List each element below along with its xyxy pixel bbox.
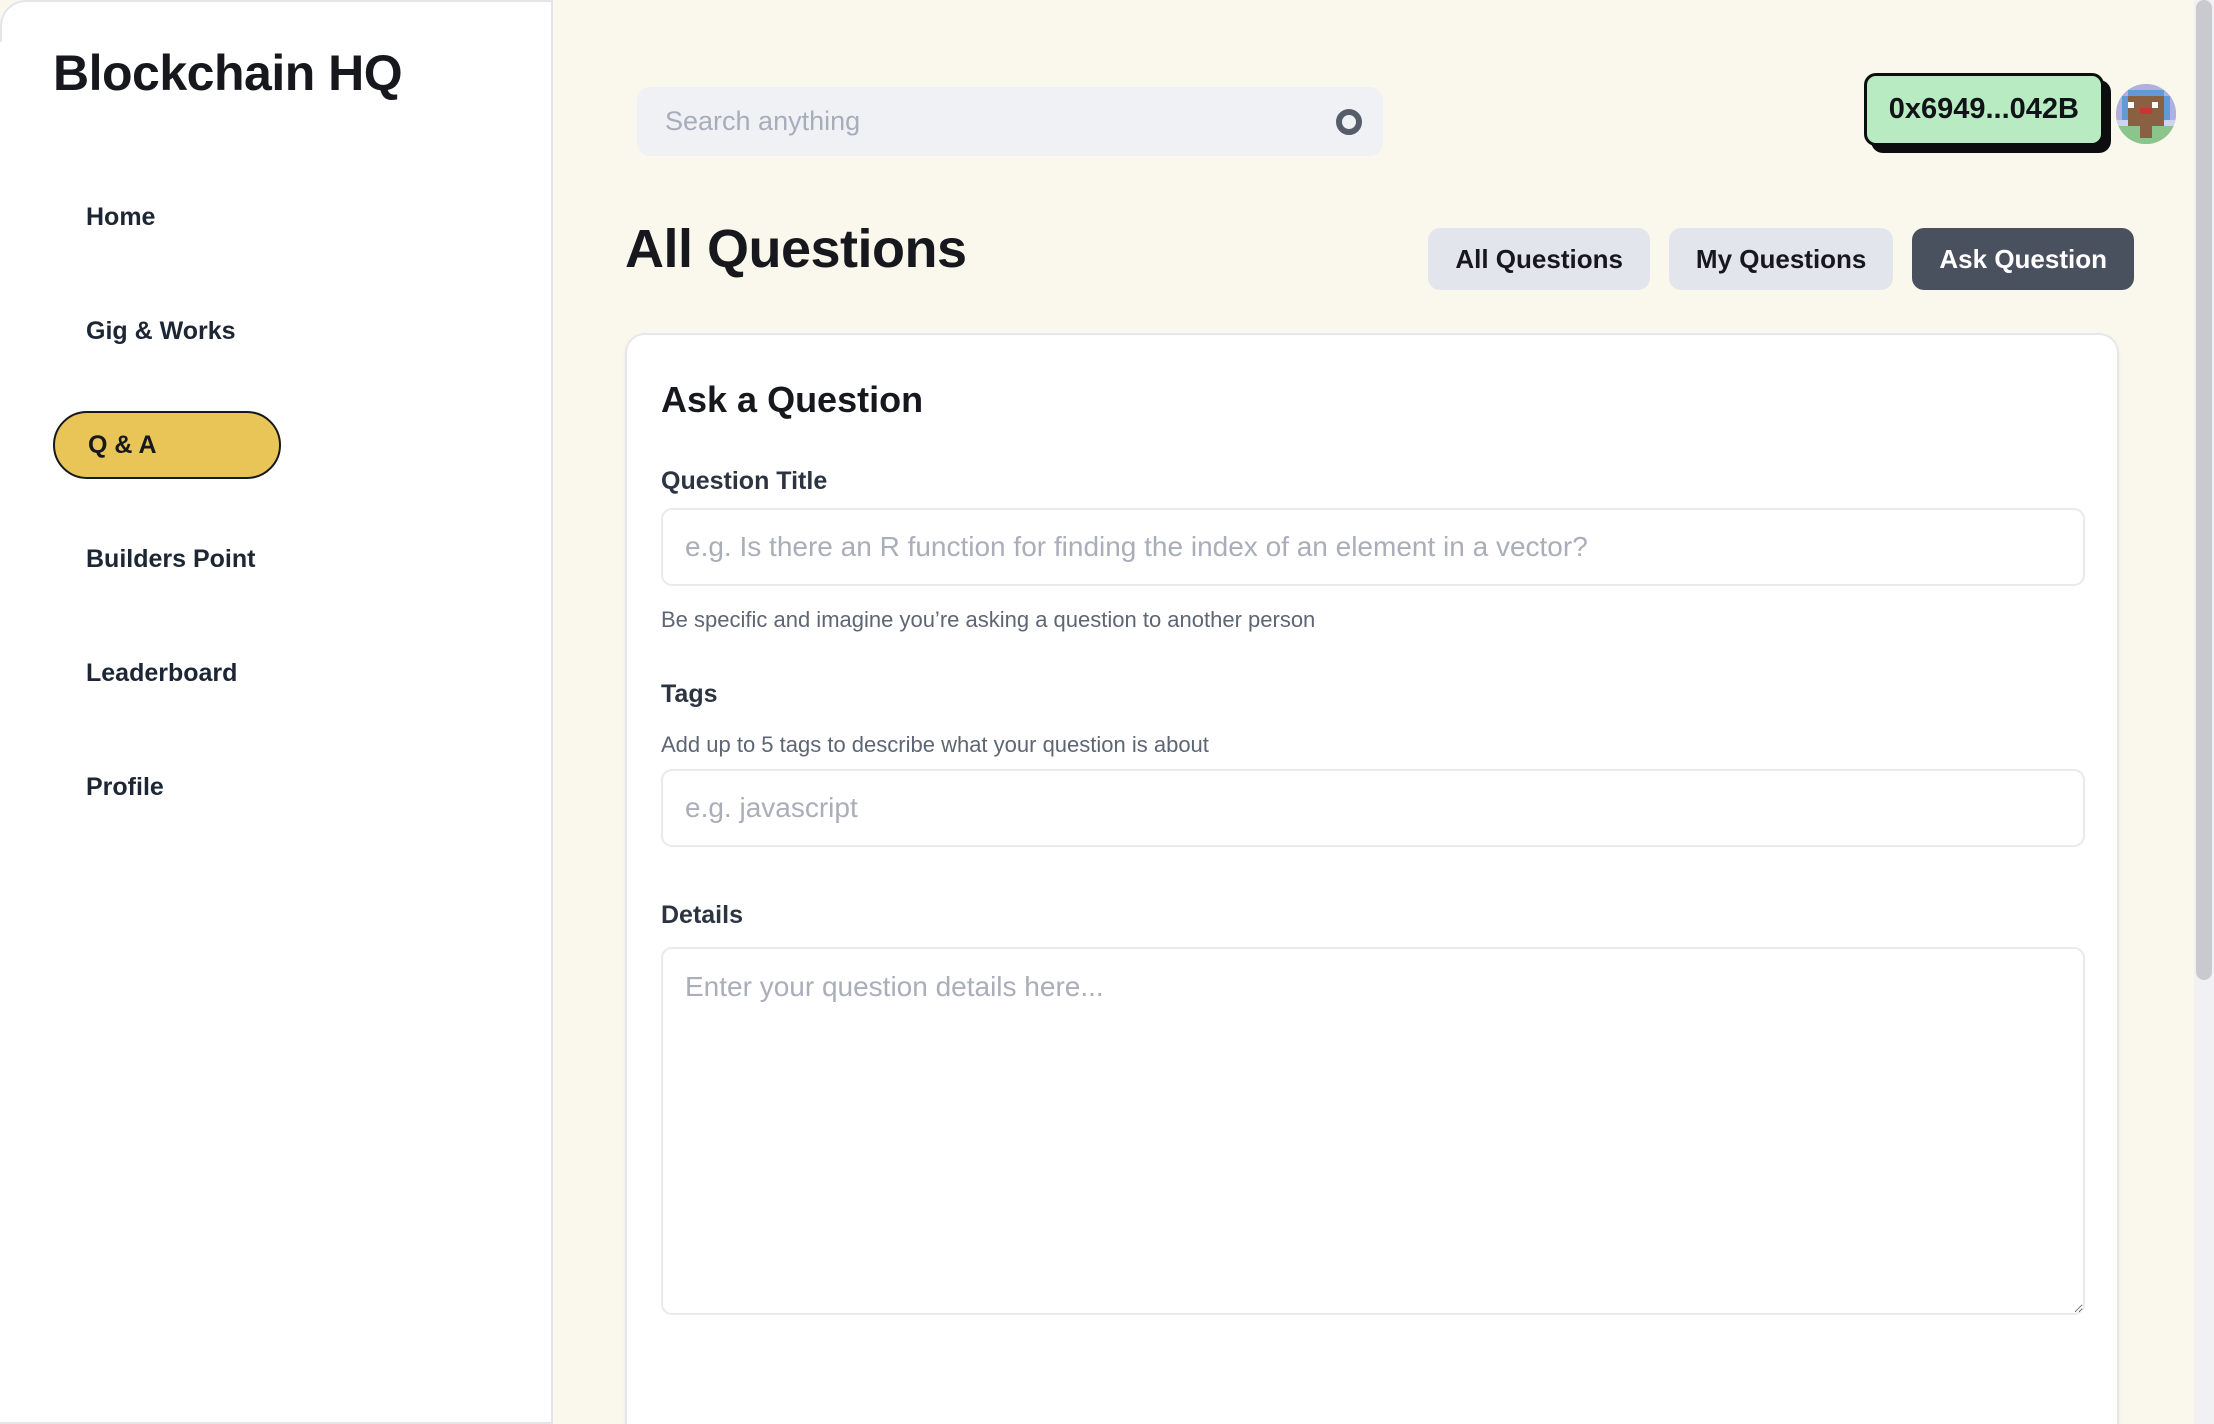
- sidebar-nav: Home Gig & Works Q & A Builders Point Le…: [0, 183, 551, 867]
- page-header: All Questions All Questions My Questions…: [625, 218, 2134, 298]
- details-label: Details: [661, 901, 743, 929]
- sidebar-item-builders-point[interactable]: Builders Point: [0, 525, 551, 593]
- details-textarea[interactable]: [661, 947, 2085, 1315]
- search-icon[interactable]: [1315, 108, 1383, 135]
- question-title-helper: Be specific and imagine you’re asking a …: [661, 607, 1316, 632]
- question-title-input[interactable]: [661, 508, 2085, 586]
- sidebar: Blockchain HQ Home Gig & Works Q & A Bui…: [0, 0, 553, 1424]
- tab-my-questions[interactable]: My Questions: [1668, 228, 1894, 290]
- sidebar-item-label: Builders Point: [86, 544, 256, 573]
- main-content: 0x6949...042B All: [553, 0, 2214, 1424]
- wallet-address-badge[interactable]: 0x6949...042B: [1863, 73, 2104, 146]
- sidebar-item-label: Home: [86, 202, 156, 231]
- card-title: Ask a Question: [661, 379, 924, 420]
- search-icon-ring: [1336, 108, 1362, 135]
- sidebar-item-q-and-a[interactable]: Q & A: [53, 411, 281, 479]
- tags-input[interactable]: [661, 769, 2085, 847]
- question-title-label: Question Title: [661, 467, 828, 495]
- sidebar-item-label: Q & A: [88, 430, 157, 459]
- avatar[interactable]: [2116, 84, 2176, 144]
- sidebar-item-home[interactable]: Home: [0, 183, 551, 251]
- tab-all-questions[interactable]: All Questions: [1428, 228, 1650, 290]
- top-bar: 0x6949...042B: [553, 0, 2214, 185]
- wallet-address-label: 0x6949...042B: [1888, 93, 2079, 125]
- tab-ask-question[interactable]: Ask Question: [1912, 228, 2134, 290]
- search-bar[interactable]: [637, 87, 1383, 156]
- ask-question-card: Ask a Question Question Title Be specifi…: [625, 333, 2119, 1424]
- sidebar-item-leaderboard[interactable]: Leaderboard: [0, 639, 551, 707]
- vertical-scrollbar[interactable]: [2194, 0, 2214, 1424]
- avatar-blockie-icon: [2116, 84, 2176, 144]
- tags-helper: Add up to 5 tags to describe what your q…: [661, 732, 1209, 757]
- scrollbar-thumb[interactable]: [2196, 0, 2212, 980]
- app-root: Blockchain HQ Home Gig & Works Q & A Bui…: [0, 0, 2214, 1424]
- page-tabs: All Questions My Questions Ask Question: [1428, 228, 2134, 290]
- search-input[interactable]: [637, 106, 1315, 137]
- sidebar-item-gig-and-works[interactable]: Gig & Works: [0, 297, 551, 365]
- sidebar-item-profile[interactable]: Profile: [0, 753, 551, 821]
- sidebar-item-label: Profile: [86, 772, 164, 801]
- sidebar-item-label: Gig & Works: [86, 316, 236, 345]
- page-title: All Questions: [625, 219, 967, 279]
- sidebar-item-label: Leaderboard: [86, 658, 238, 687]
- brand-title: Blockchain HQ: [53, 45, 403, 101]
- tags-label: Tags: [661, 680, 718, 708]
